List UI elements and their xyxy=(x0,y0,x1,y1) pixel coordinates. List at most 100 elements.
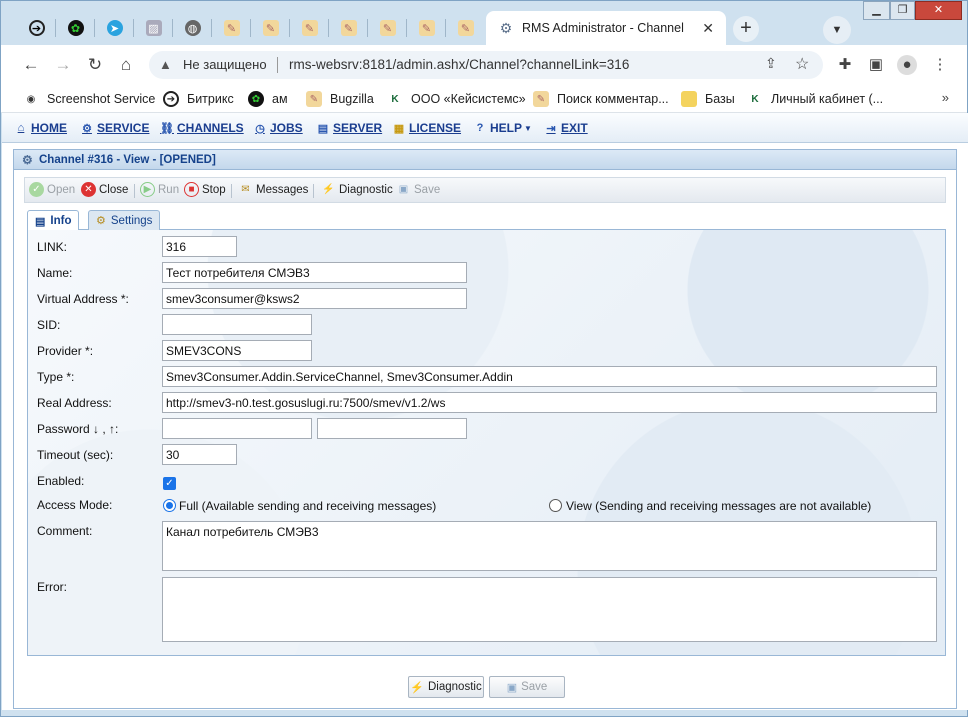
close-icon: ✕ xyxy=(81,182,96,197)
share-icon[interactable]: ⇪ xyxy=(765,55,777,72)
link-field[interactable] xyxy=(162,236,237,257)
service-icon: ⚙ xyxy=(82,122,92,135)
side-panel-icon[interactable]: ▣ xyxy=(866,55,886,75)
name-label: Name: xyxy=(37,266,73,280)
provider-field[interactable] xyxy=(162,340,312,361)
type-field[interactable] xyxy=(162,366,937,387)
home-icon[interactable]: ⌂ xyxy=(114,53,138,77)
bookmark-item[interactable]: ➔ Битрикс xyxy=(163,89,234,109)
real-address-label: Real Address: xyxy=(37,396,112,410)
stop-button[interactable]: ■ Stop xyxy=(184,182,226,197)
minimize-button[interactable]: ▁ xyxy=(863,1,890,20)
browser-tab[interactable]: ◍ xyxy=(173,11,212,45)
close-button[interactable]: ✕ Close xyxy=(81,182,128,197)
browser-tab[interactable]: ✎ xyxy=(290,11,329,45)
sid-field[interactable] xyxy=(162,314,312,335)
enabled-checkbox[interactable]: ✓ xyxy=(163,477,176,490)
timeout-field[interactable] xyxy=(162,444,237,465)
run-button[interactable]: ▶ Run xyxy=(140,182,179,197)
browser-tab[interactable]: ✎ xyxy=(446,11,485,45)
eye-icon: ◉ xyxy=(26,93,36,105)
browser-tab[interactable]: ➤ xyxy=(95,11,134,45)
help-icon: ? xyxy=(476,122,484,134)
password-down-field[interactable] xyxy=(162,418,312,439)
bookmark-item[interactable]: K ООО «Кейсистемс» xyxy=(387,89,525,109)
close-tab-icon[interactable]: ✕ xyxy=(702,20,714,37)
virtual-address-field[interactable] xyxy=(162,288,467,309)
menu-license[interactable]: ▦ LICENSE xyxy=(392,121,461,135)
bookmarks-overflow-icon[interactable]: » xyxy=(942,90,949,105)
open-button[interactable]: ✓ Open xyxy=(29,182,75,197)
forward-arrow-icon[interactable]: → xyxy=(51,53,75,77)
floppy-icon: ▣ xyxy=(506,681,518,694)
lightning-icon: ⚡ xyxy=(410,681,424,694)
enabled-label: Enabled: xyxy=(37,474,85,488)
check-icon: ✓ xyxy=(29,182,44,197)
access-mode-view-radio[interactable] xyxy=(549,499,562,512)
bookmarks-bar: ◉ Screenshot Service ➔ Битрикс ✿ ам ✎ Bugzil… xyxy=(1,85,967,113)
new-tab-button[interactable]: + xyxy=(733,16,759,42)
real-address-field[interactable] xyxy=(162,392,937,413)
access-mode-full-radio[interactable] xyxy=(163,499,176,512)
name-field[interactable] xyxy=(162,262,467,283)
bookmark-star-icon[interactable]: ☆ xyxy=(795,54,809,74)
server-icon: ▤ xyxy=(317,122,329,135)
comment-field[interactable]: Канал потребитель СМЭВ3 xyxy=(162,521,937,571)
virtual-address-label: Virtual Address *: xyxy=(37,292,129,306)
browser-tab[interactable]: ✎ xyxy=(212,11,251,45)
url-text[interactable]: rms-websrv:8181/admin.ashx/Channel?chann… xyxy=(289,57,629,72)
gear-icon: ⚙ xyxy=(499,19,513,36)
browser-tab[interactable]: ✎ xyxy=(329,11,368,45)
maximize-button[interactable]: ❐ xyxy=(890,1,915,20)
profile-avatar-icon[interactable]: ● xyxy=(897,55,917,75)
bookmark-item[interactable]: Базы xyxy=(681,89,735,109)
folder-page-icon: ✎ xyxy=(457,20,474,36)
timeout-label: Timeout (sec): xyxy=(37,448,114,462)
floppy-icon: ▣ xyxy=(398,184,409,195)
menu-home[interactable]: ⌂ HOME xyxy=(14,121,67,135)
browser-tab[interactable]: ✎ xyxy=(251,11,290,45)
bookmark-item[interactable]: K Личный кабинет (... xyxy=(747,89,883,109)
browser-window: ➔ ✿ ➤ ▨ ◍ ✎ ✎ ✎ ✎ ✎ ✎ ✎ ⚙ RMS Administra… xyxy=(0,0,968,717)
menu-service[interactable]: ⚙ SERVICE xyxy=(80,121,149,135)
access-mode-label: Access Mode: xyxy=(37,498,113,512)
close-window-button[interactable]: ✕ xyxy=(915,1,962,20)
footer-save-button[interactable]: ▣ Save xyxy=(489,676,565,698)
menu-jobs[interactable]: ◷ JOBS xyxy=(253,121,303,135)
save-button[interactable]: ▣ Save xyxy=(396,182,440,197)
browser-toolbar: ← → ↻ ⌂ ▲ Не защищено rms-websrv:8181/ad… xyxy=(1,45,967,85)
menu-exit[interactable]: ⇥ EXIT xyxy=(544,121,587,135)
panel-tabs: ▤ Info ⚙ Settings xyxy=(27,208,946,231)
menu-channels[interactable]: ⛓ CHANNELS xyxy=(160,121,244,135)
browser-tab[interactable]: ▨ xyxy=(134,11,173,45)
license-icon: ▦ xyxy=(393,122,405,135)
type-label: Type *: xyxy=(37,370,75,384)
messages-button[interactable]: ✉ Messages xyxy=(238,182,308,197)
tab-settings[interactable]: ⚙ Settings xyxy=(88,210,161,230)
browser-tab[interactable]: ✎ xyxy=(368,11,407,45)
bookmark-item[interactable]: ✎ Поиск комментар... xyxy=(533,89,669,109)
active-browser-tab[interactable]: ⚙ RMS Administrator - Channel ✕ xyxy=(486,11,726,45)
back-arrow-icon[interactable]: ← xyxy=(19,53,43,77)
menu-help[interactable]: ? HELP ▼ xyxy=(473,121,532,135)
home-icon: ⌂ xyxy=(17,122,25,134)
diagnostic-button[interactable]: ⚡ Diagnostic xyxy=(321,182,392,197)
menu-dots-icon[interactable]: ⋮ xyxy=(930,55,950,75)
browser-tab[interactable]: ➔ xyxy=(17,11,56,45)
footer-diagnostic-button[interactable]: ⚡ Diagnostic xyxy=(408,676,484,698)
chevron-down-icon: ▼ xyxy=(524,123,532,133)
reload-icon[interactable]: ↻ xyxy=(83,53,107,77)
browser-tab[interactable]: ✎ xyxy=(407,11,446,45)
green-flower-icon: ✿ xyxy=(248,91,264,107)
tab-search-chevron-icon[interactable]: ▼ xyxy=(823,16,851,44)
address-bar[interactable]: ▲ Не защищено rms-websrv:8181/admin.ashx… xyxy=(149,51,823,79)
browser-tab[interactable]: ✿ xyxy=(56,11,95,45)
error-field[interactable] xyxy=(162,577,937,642)
password-up-field[interactable] xyxy=(317,418,467,439)
menu-server[interactable]: ▤ SERVER xyxy=(316,121,382,135)
extensions-icon[interactable]: ✚ xyxy=(835,55,855,75)
bookmark-item[interactable]: ✎ Bugzilla xyxy=(306,89,374,109)
bookmark-item[interactable]: ◉ Screenshot Service xyxy=(23,89,156,109)
tab-info[interactable]: ▤ Info xyxy=(27,210,80,231)
bookmark-item[interactable]: ✿ ам xyxy=(248,89,288,109)
